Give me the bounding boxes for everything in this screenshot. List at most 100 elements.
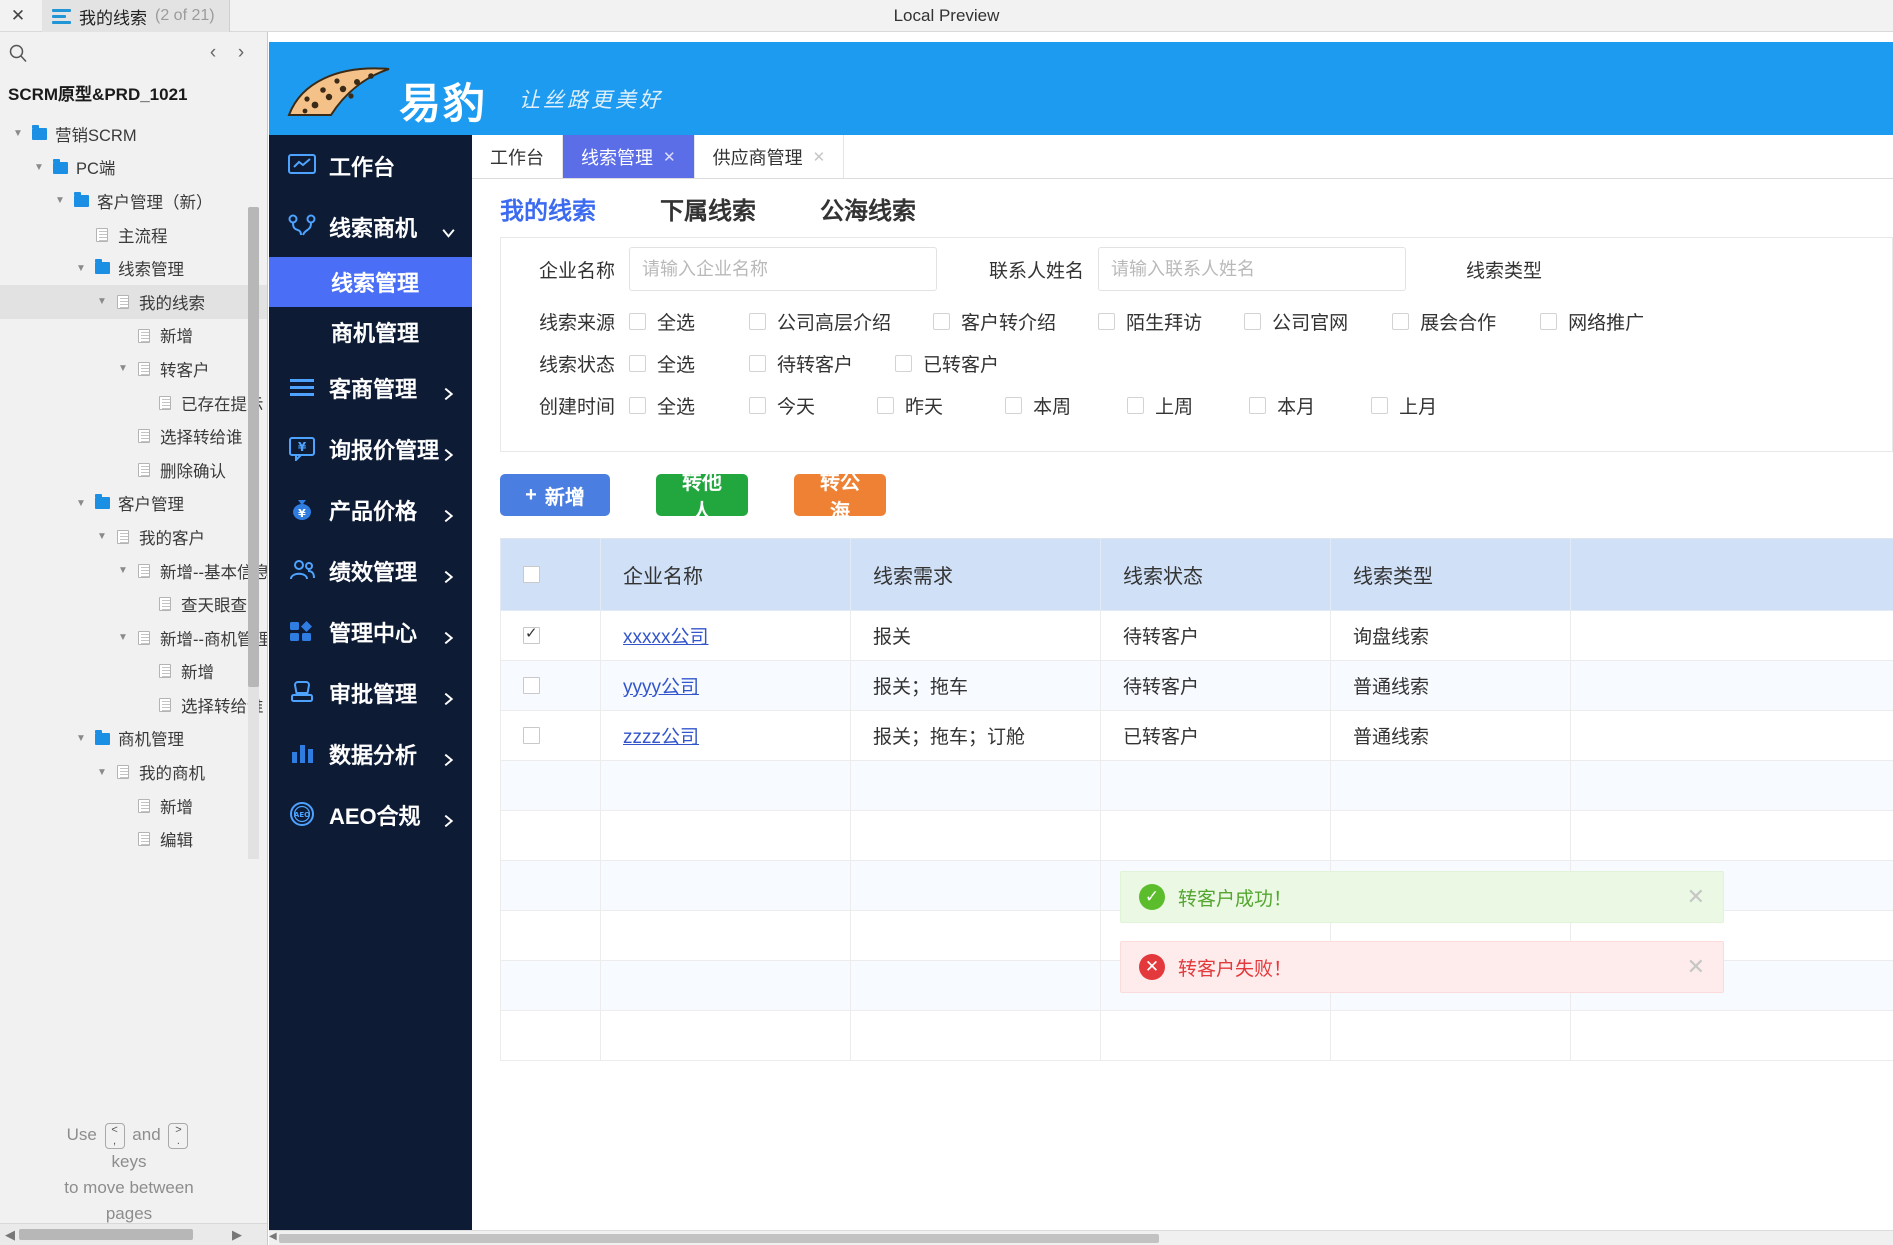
nav-item-6[interactable]: ¥ 产品价格 [269, 479, 472, 540]
checkbox-box[interactable] [629, 396, 647, 414]
sitemap-tree[interactable]: ▼ 营销SCRM ▼ PC端 ▼ 客户管理（新） 主流程 ▼ 线索管理 ▼ 我的线索 新增 ▼ 转客户 已存… [0, 117, 267, 859]
lead-scope-tab-2[interactable]: 公海线索 [820, 179, 916, 237]
checkbox-box[interactable] [629, 354, 647, 372]
lead-status-checkbox-2[interactable]: 已转客户 [895, 350, 999, 377]
tree-item-12[interactable]: ▼ 我的客户 [0, 520, 267, 554]
checkbox-box[interactable] [1005, 396, 1023, 414]
checkbox-box[interactable] [895, 354, 913, 372]
created-time-checkbox-1[interactable]: 今天 [749, 392, 815, 419]
tree-item-14[interactable]: 查天眼查 [0, 587, 267, 621]
lead-source-checkbox-6[interactable]: 网络推广 [1540, 308, 1644, 335]
checkbox-box[interactable] [1244, 312, 1262, 330]
tree-item-19[interactable]: ▼ 我的商机 [0, 755, 267, 789]
nav-item-2[interactable]: 线索管理 [269, 257, 472, 307]
toast-success[interactable]: ✓ 转客户成功！ ✕ [1120, 871, 1724, 923]
row-select-checkbox[interactable] [523, 624, 540, 644]
window-tab-strip[interactable]: 工作台 线索管理 ✕ 供应商管理 ✕ [472, 135, 1893, 179]
close-icon[interactable]: ✕ [6, 4, 30, 28]
scroll-left-icon[interactable]: ◀ [5, 1227, 15, 1243]
window-tab-0[interactable]: 工作台 [472, 135, 563, 178]
add-button[interactable]: + 新增 [500, 474, 610, 516]
lead-source-checkbox-1[interactable]: 公司高层介绍 [749, 308, 891, 335]
created-time-checkbox-2[interactable]: 昨天 [877, 392, 943, 419]
nav-item-7[interactable]: 绩效管理 [269, 540, 472, 601]
created-time-checkbox-3[interactable]: 本周 [1005, 392, 1071, 419]
nav-item-3[interactable]: 商机管理 [269, 307, 472, 357]
lead-status-checkbox-1[interactable]: 待转客户 [749, 350, 853, 377]
tree-item-18[interactable]: ▼ 商机管理 [0, 722, 267, 756]
tree-item-10[interactable]: 删除确认 [0, 453, 267, 487]
tree-item-13[interactable]: ▼ 新增--基本信息 [0, 554, 267, 588]
lead-status-checkbox-0[interactable]: 全选 [629, 350, 695, 377]
search-icon[interactable] [8, 43, 28, 63]
chevron-right-icon[interactable] [441, 808, 454, 827]
nav-item-8[interactable]: 管理中心 [269, 601, 472, 662]
chevron-right-icon[interactable] [441, 442, 454, 461]
chevron-right-icon[interactable] [441, 503, 454, 522]
row-select-checkbox[interactable] [523, 676, 540, 694]
row-select-checkbox[interactable] [523, 726, 540, 744]
company-name-input[interactable] [629, 247, 938, 291]
frame-horizontal-scroll-thumb[interactable] [279, 1234, 1159, 1243]
tree-twisty-icon[interactable]: ▼ [92, 531, 112, 542]
lead-scope-tab-0[interactable]: 我的线索 [500, 179, 596, 243]
nav-item-4[interactable]: 客商管理 [269, 357, 472, 418]
toast-error[interactable]: ✕ 转客户失败！ ✕ [1120, 941, 1724, 993]
tree-item-9[interactable]: 选择转给谁 [0, 419, 267, 453]
tree-item-20[interactable]: 新增 [0, 789, 267, 823]
created-time-checkbox-6[interactable]: 上月 [1371, 392, 1437, 419]
sitemap-prev-button[interactable]: ‹ [201, 41, 225, 65]
tree-item-3[interactable]: 主流程 [0, 218, 267, 252]
tree-item-7[interactable]: ▼ 转客户 [0, 352, 267, 386]
nav-item-11[interactable]: AEO AEO合规 [269, 784, 472, 845]
tree-horizontal-scroll-thumb[interactable] [19, 1229, 193, 1240]
table-row[interactable]: xxxxx公司 报关 待转客户 询盘线索 [500, 610, 1893, 661]
tree-item-0[interactable]: ▼ 营销SCRM [0, 117, 267, 151]
tree-twisty-icon[interactable]: ▼ [8, 128, 28, 139]
checkbox-box[interactable] [749, 354, 767, 372]
tree-twisty-icon[interactable]: ▼ [71, 733, 91, 744]
created-time-checkbox-5[interactable]: 本月 [1249, 392, 1315, 419]
nav-item-1[interactable]: 线索商机 [269, 196, 472, 257]
tree-item-21[interactable]: 编辑 [0, 822, 267, 856]
chevron-right-icon[interactable] [441, 381, 454, 400]
tree-item-16[interactable]: 新增 [0, 655, 267, 689]
window-tab-close-icon[interactable]: ✕ [813, 148, 826, 166]
tree-twisty-icon[interactable]: ▼ [113, 363, 133, 374]
lead-source-checkbox-2[interactable]: 客户转介绍 [933, 308, 1056, 335]
tree-twisty-icon[interactable]: ▼ [29, 162, 49, 173]
tree-twisty-icon[interactable]: ▼ [71, 498, 91, 509]
table-row[interactable]: zzzz公司 报关；拖车；订舱 已转客户 普通线索 [500, 710, 1893, 761]
frame-scroll-left-icon[interactable]: ◀ [269, 1231, 277, 1242]
tree-item-4[interactable]: ▼ 线索管理 [0, 251, 267, 285]
tree-item-6[interactable]: 新增 [0, 319, 267, 353]
sitemap-next-button[interactable]: › [229, 41, 253, 65]
lead-source-checkbox-4[interactable]: 公司官网 [1244, 308, 1348, 335]
chevron-right-icon[interactable] [441, 686, 454, 705]
menu-icon[interactable] [52, 6, 71, 27]
scroll-right-icon[interactable]: ▶ [232, 1227, 242, 1243]
tree-vertical-scrollbar[interactable] [248, 207, 259, 859]
table-row[interactable]: yyyy公司 报关；拖车 待转客户 普通线索 [500, 660, 1893, 711]
frame-horizontal-scrollbar[interactable]: ◀ [269, 1230, 1893, 1245]
tree-item-22[interactable]: 选择转给谁 [0, 856, 267, 859]
tree-item-2[interactable]: ▼ 客户管理（新） [0, 184, 267, 218]
transfer-sea-button[interactable]: 转公海 [794, 472, 886, 523]
select-all-checkbox[interactable] [523, 566, 540, 584]
chevron-down-icon[interactable] [441, 220, 455, 238]
created-time-checkbox-4[interactable]: 上周 [1127, 392, 1193, 419]
tree-item-1[interactable]: ▼ PC端 [0, 151, 267, 185]
checkbox-box[interactable] [1371, 396, 1389, 414]
lead-source-checkbox-0[interactable]: 全选 [629, 308, 695, 335]
tree-twisty-icon[interactable]: ▼ [113, 565, 133, 576]
tree-item-5[interactable]: ▼ 我的线索 [0, 284, 267, 319]
checkbox-box[interactable] [1392, 312, 1410, 330]
checkbox-box[interactable] [749, 312, 767, 330]
checkbox-box[interactable] [1127, 396, 1145, 414]
nav-item-5[interactable]: ¥ 询报价管理 [269, 418, 472, 479]
lead-source-checkbox-3[interactable]: 陌生拜访 [1098, 308, 1202, 335]
window-tab-1[interactable]: 线索管理 ✕ [563, 135, 695, 178]
lead-scope-tab-1[interactable]: 下属线索 [660, 179, 756, 237]
lead-source-checkbox-5[interactable]: 展会合作 [1392, 308, 1496, 335]
checkbox-box[interactable] [877, 396, 895, 414]
